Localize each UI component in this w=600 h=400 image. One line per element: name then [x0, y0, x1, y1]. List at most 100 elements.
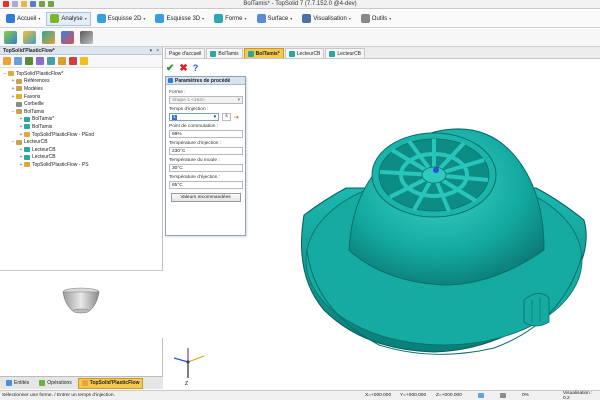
home-icon[interactable] [3, 57, 11, 65]
panel-toolbar [0, 55, 162, 68]
folder-icon [16, 101, 22, 107]
folder-icon [16, 94, 22, 100]
menu-item-3[interactable]: Esquisse 3D ▾ [151, 12, 208, 26]
injection-time-unit[interactable]: s [222, 113, 231, 121]
axis-triad-icon: Z [173, 348, 205, 386]
document-tab-3[interactable]: LecteurCB [284, 48, 325, 58]
folder-icon [16, 139, 22, 145]
svg-text:Z: Z [185, 381, 188, 386]
document-tabs: Page d'accueil BolTamis BolTamis* LecteurCB… [164, 47, 600, 59]
recommended-values-button[interactable]: Valeurs recommandées [170, 193, 241, 202]
check-model-icon[interactable] [4, 31, 17, 44]
sort-icon[interactable] [47, 57, 55, 65]
results-icon[interactable] [80, 31, 93, 44]
analysis-shape-icon[interactable] [23, 31, 36, 44]
injection-time-input[interactable]: 1 ▾ [169, 113, 219, 121]
snap-icon[interactable] [478, 393, 484, 398]
menu-item-1[interactable]: Analyse ▾ [46, 11, 91, 26]
injection-temp-input[interactable]: 230°C [169, 147, 243, 155]
folder-icon [16, 86, 22, 92]
options-icon[interactable] [58, 57, 66, 65]
document-tab-4[interactable]: LecteurCB [325, 48, 366, 58]
menu-item-4[interactable]: Forme ▾ [210, 12, 250, 26]
bottom-tab-0[interactable]: Entités [2, 378, 33, 389]
status-bar: Sélectionner une forme. / Entrer un temp… [0, 390, 600, 400]
ok-check-icon[interactable]: ✔ [166, 63, 174, 74]
folder-icon [24, 116, 30, 122]
process-params-icon[interactable] [61, 31, 74, 44]
delete-icon[interactable] [69, 57, 77, 65]
document-tab-label: BolTamis [218, 50, 239, 57]
arrow-right-icon[interactable]: ➔ [234, 114, 239, 121]
folder-icon [24, 124, 30, 130]
menu-icon [256, 14, 266, 23]
tree-item[interactable]: + BolTamis [2, 123, 162, 131]
folder-icon [8, 71, 14, 77]
tree-icon[interactable] [25, 57, 33, 65]
menu-icon [302, 14, 312, 23]
chevron-down-icon: ▾ [143, 16, 146, 21]
tree-item[interactable]: − BolTamis [2, 108, 162, 116]
mold-temp-input[interactable]: 30°C [169, 164, 243, 172]
cancel-cross-icon[interactable]: ✖ [179, 63, 187, 74]
tree-item[interactable]: + TopSolid'PlasticFlow - PEnd [2, 131, 162, 139]
tab-icon [81, 380, 88, 386]
tree-item-label: BolTamis* [32, 116, 55, 123]
document-tab-0[interactable]: Page d'accueil [165, 48, 206, 58]
tree-item-label: BolTamis [24, 108, 45, 115]
tree-item[interactable]: + Modèles [2, 85, 162, 93]
tree-item-label: LecteurCB [24, 139, 48, 146]
flow-simulation-icon[interactable] [42, 31, 55, 44]
bottom-tab-2[interactable]: TopSolid'PlasticFlow [77, 377, 144, 389]
refresh-icon[interactable] [14, 57, 22, 65]
menu-item-0[interactable]: Accueil ▾ [2, 12, 44, 26]
chevron-down-icon: ▾ [237, 97, 240, 103]
menu-label: Forme [225, 15, 243, 22]
panel-title: TopSolid'PlasticFlow* [3, 47, 55, 54]
chevron-down-icon: ▾ [389, 16, 392, 21]
forme-field[interactable]: Shape 1 <163> ▾ [169, 96, 243, 104]
bowl-thumbnail-icon [62, 287, 100, 314]
tab-icon [39, 380, 46, 386]
tree-item[interactable]: + BolTamis* [2, 116, 162, 124]
window-title: BolTamis* - TopSolid 7 (7.7.152.0 @4-dev… [243, 1, 357, 7]
tree-item[interactable]: + TopSolid'PlasticFlow - PS [2, 161, 162, 169]
tab-icon [6, 380, 12, 386]
dialog-title: Paramètres de procédé [175, 77, 231, 84]
menu-item-6[interactable]: Visualisation ▾ [298, 12, 355, 26]
chevron-down-icon: ▾ [290, 16, 293, 21]
coord-x: X=+000.000 [365, 393, 392, 398]
document-tab-2[interactable]: BolTamis* [243, 48, 284, 58]
commutation-input[interactable]: 99% [169, 130, 243, 138]
tree-item[interactable]: Corbeille [2, 100, 162, 108]
document-tab-label: BolTamis* [255, 50, 280, 57]
close-icon[interactable]: × [156, 48, 159, 54]
filter-icon[interactable] [36, 57, 44, 65]
coord-y: Y=+000.000 [400, 393, 427, 398]
tree-item-label: LecteurCB [32, 146, 56, 153]
tab-label: Opérations [47, 380, 72, 386]
help-icon[interactable]: ? [193, 63, 199, 73]
lock-icon[interactable] [500, 393, 506, 398]
project-tree: − TopSolid'PlasticFlow* + Références + Modèle… [0, 68, 162, 169]
tree-item-label: TopSolid'PlasticFlow - PEnd [32, 131, 95, 138]
menu-item-7[interactable]: Outils ▾ [357, 12, 395, 26]
tab-label: TopSolid'PlasticFlow [89, 380, 140, 386]
document-tab-1[interactable]: BolTamis [206, 48, 243, 58]
ribbon-toolbar [0, 29, 600, 47]
bottom-tab-1[interactable]: Opérations [35, 378, 75, 389]
menu-item-5[interactable]: Surface ▾ [253, 12, 297, 26]
action-bar: ✔ ✖ ? [166, 62, 198, 74]
tree-item[interactable]: + Favoris [2, 93, 162, 101]
pin-icon[interactable]: ▾ [150, 48, 153, 54]
tree-item[interactable]: + LecteurCB [2, 146, 162, 154]
injection-time-value: 1 [172, 114, 177, 120]
menu-item-2[interactable]: Esquisse 2D ▾ [93, 12, 150, 26]
tree-item[interactable]: + LecteurCB [2, 154, 162, 162]
tree-item[interactable]: + Références [2, 78, 162, 86]
warning-icon[interactable] [80, 57, 88, 65]
tree-item[interactable]: − TopSolid'PlasticFlow* [2, 70, 162, 78]
tree-item[interactable]: − LecteurCB [2, 138, 162, 146]
tree-item-label: Corbeille [24, 101, 44, 108]
eject-temp-input[interactable]: 85°C [169, 181, 243, 189]
